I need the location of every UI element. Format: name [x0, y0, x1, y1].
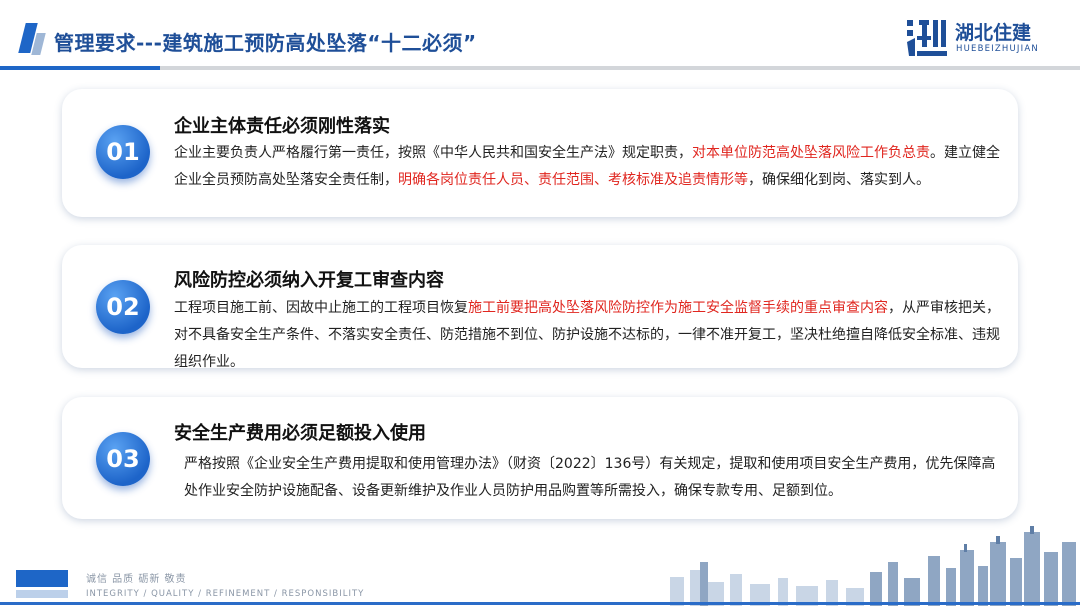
- body-text: ，确保细化到岗、落实到人。: [748, 172, 930, 188]
- card-body: 严格按照《企业安全生产费用提取和使用管理办法》（财资〔2022〕136号）有关规…: [184, 451, 1004, 505]
- footer-accent-block: [16, 570, 68, 587]
- footer-slogan-cn: 诚信 品质 砺新 敬责: [86, 574, 187, 585]
- body-text: 工程项目施工前、因故中止施工的工程项目恢复: [174, 300, 468, 316]
- requirement-card-3: 03 安全生产费用必须足额投入使用 严格按照《企业安全生产费用提取和使用管理办法…: [62, 397, 1018, 519]
- card-title: 安全生产费用必须足额投入使用: [174, 423, 426, 444]
- page-title: 管理要求---建筑施工预防高处坠落“十二必须”: [54, 31, 477, 55]
- logo: 湖北住建 HUEBEIZHUJIAN: [905, 16, 1065, 60]
- logo-text-cn: 湖北住建: [955, 22, 1032, 44]
- number-badge: 01: [96, 125, 150, 179]
- number-badge: 02: [96, 280, 150, 334]
- body-text: 严格按照《企业安全生产费用提取和使用管理办法》（财资〔2022〕136号）有关规…: [184, 456, 996, 499]
- number-badge: 03: [96, 432, 150, 486]
- body-text-highlight: 对本单位防范高处坠落风险工作负总责: [692, 145, 930, 161]
- requirement-card-1: 01 企业主体责任必须刚性落实 企业主要负责人严格履行第一责任，按照《中华人民共…: [62, 89, 1018, 217]
- header: 管理要求---建筑施工预防高处坠落“十二必须” 湖北住建 HUEBEIZHUJI…: [0, 0, 1080, 72]
- logo-mark-icon: [907, 20, 947, 56]
- card-body: 工程项目施工前、因故中止施工的工程项目恢复施工前要把高处坠落风险防控作为施工安全…: [174, 295, 1000, 376]
- card-title: 风险防控必须纳入开复工审查内容: [174, 270, 444, 291]
- header-divider-accent: [0, 66, 160, 70]
- header-divider: [0, 66, 1080, 70]
- body-text-highlight: 施工前要把高处坠落风险防控作为施工安全监督手续的重点审查内容: [468, 300, 888, 316]
- footer-slogan-en: INTEGRITY / QUALITY / REFINEMENT / RESPO…: [86, 589, 365, 599]
- card-title: 企业主体责任必须刚性落实: [174, 116, 390, 137]
- footer-divider: [0, 602, 1080, 605]
- body-text-highlight: 明确各岗位责任人员、责任范围、考核标准及追责情形等: [398, 172, 748, 188]
- card-body: 企业主要负责人严格履行第一责任，按照《中华人民共和国安全生产法》规定职责，对本单…: [174, 140, 1000, 194]
- body-text: 企业主要负责人严格履行第一责任，按照《中华人民共和国安全生产法》规定职责，: [174, 145, 692, 161]
- logo-text-en: HUEBEIZHUJIAN: [956, 44, 1039, 54]
- city-skyline-icon: [670, 526, 1076, 606]
- requirement-card-2: 02 风险防控必须纳入开复工审查内容 工程项目施工前、因故中止施工的工程项目恢复…: [62, 245, 1018, 370]
- footer-accent-block-light: [16, 590, 68, 598]
